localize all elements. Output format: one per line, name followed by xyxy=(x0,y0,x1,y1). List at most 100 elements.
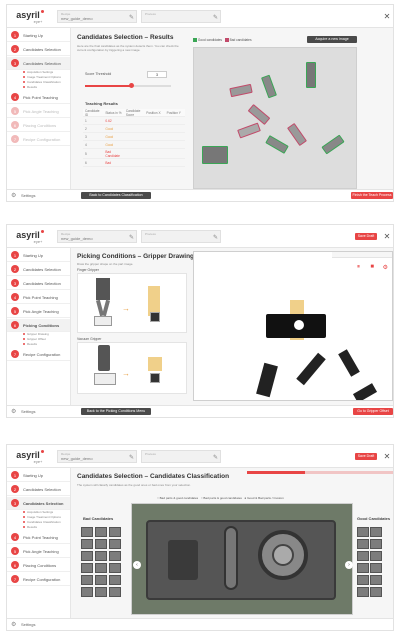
bad-candidates-title: Bad Candidates xyxy=(83,516,114,521)
pause-icon[interactable]: ⏸ xyxy=(357,264,360,271)
vacuum-gripper-illustration[interactable]: → xyxy=(77,342,187,394)
edit-icon[interactable]: ✎ xyxy=(129,454,134,461)
good-candidate-part[interactable] xyxy=(306,62,316,88)
candidate-preview[interactable] xyxy=(131,503,353,615)
save-draft-button[interactable]: Save Draft xyxy=(355,453,377,460)
back-button[interactable]: Back to Candidates Classification xyxy=(81,192,151,199)
sidebar-item-candidates[interactable]: 2 Candidates Selection xyxy=(7,263,70,276)
table-row[interactable]: 4 Good xyxy=(83,141,185,149)
edit-icon[interactable]: ✎ xyxy=(129,14,134,21)
sidebar-item-picking-active[interactable]: 6 Picking Conditions xyxy=(7,319,70,332)
subitem-results[interactable]: Results xyxy=(23,85,70,90)
settings-link[interactable]: Settings xyxy=(21,622,35,627)
next-button[interactable]: Go to Gripper Offset xyxy=(353,408,393,415)
sidebar-item-starting-up[interactable]: 1 Starting Up xyxy=(7,469,70,482)
good-candidate-part[interactable] xyxy=(265,135,289,154)
close-icon[interactable]: ✕ xyxy=(381,225,393,248)
score-label: Score Threshold xyxy=(85,72,112,76)
sidebar-item-candidates[interactable]: 2 Candidates Selection xyxy=(7,43,70,56)
settings-link[interactable]: Settings xyxy=(21,409,35,414)
finger-gripper-illustration[interactable]: → xyxy=(77,273,187,333)
sidebar-item-recipe[interactable]: 7 Recipe Configuration xyxy=(7,348,70,361)
good-candidate-part[interactable] xyxy=(261,74,277,99)
sidebar-item-candidates[interactable]: 2 Candidates Selection xyxy=(7,483,70,496)
sidebar-item-pick-angle[interactable]: 5 Pick Angle Teaching xyxy=(7,105,70,118)
finger-gripper-label: Finger Gripper xyxy=(77,268,99,272)
edit-icon[interactable]: ✎ xyxy=(213,454,218,461)
page-title: Picking Conditions – Gripper Drawing xyxy=(77,253,195,260)
table-row[interactable]: 2 Good xyxy=(83,125,185,133)
option-1[interactable]: ○ Bad parts & good candidates xyxy=(157,496,198,500)
finish-button[interactable]: Finish the Teach Process xyxy=(351,192,393,199)
sidebar-item-pick-point[interactable]: 4 Pick Point Teaching xyxy=(7,291,70,304)
table-row[interactable]: 5 Bad Candidate xyxy=(83,149,185,159)
top-bar: asyril eye+ Recipe new_guide_demo ✎ Process… xyxy=(7,445,393,468)
gear-icon[interactable]: ⚙ xyxy=(11,408,16,415)
sidebar-item-recipe[interactable]: 7 Recipe Configuration xyxy=(7,133,70,146)
sidebar-item-candidates-active[interactable]: 3 Candidates Selection xyxy=(7,57,70,70)
sidebar-item-placing[interactable]: 6 Placing Conditions xyxy=(7,119,70,132)
footer: ⚙ Settings xyxy=(7,618,393,630)
process-field[interactable]: Process ✎ xyxy=(141,450,221,463)
results-table: Candidate ID Status in % Candidate Score Po… xyxy=(83,109,185,167)
recipe-field[interactable]: Recipe new_guide_demo ✎ xyxy=(57,450,137,463)
option-2[interactable]: ○ Bad parts & good candidates xyxy=(201,496,242,500)
page-title: Candidates Selection – Results xyxy=(77,34,174,41)
table-row[interactable]: 6 Bad xyxy=(83,159,185,167)
legend: Good candidates Bad candidates xyxy=(193,38,252,43)
top-bar: asyril eye+ Recipe new_guide_demo ✎ Process… xyxy=(7,5,393,28)
sidebar-item-pick-angle[interactable]: 5 Pick Angle Teaching xyxy=(7,305,70,318)
asyril-logo: asyril eye+ xyxy=(16,450,44,464)
sidebar-item-candidates-2[interactable]: 3 Candidates Selection xyxy=(7,277,70,290)
process-field[interactable]: Process ✎ xyxy=(141,10,221,23)
bad-candidate-part[interactable] xyxy=(287,122,307,147)
top-bar: asyril eye+ Recipe new_guide_demo ✎ Process… xyxy=(7,225,393,248)
drawing-canvas[interactable]: ⏸ ■ ⚙ xyxy=(193,251,393,401)
option-3[interactable]: ● Good & Bad parts / Custom xyxy=(244,496,283,500)
recipe-field[interactable]: Recipe new_guide_demo ✎ xyxy=(57,10,137,23)
gear-icon[interactable]: ⚙ xyxy=(11,621,16,628)
good-candidates-grid xyxy=(357,527,393,613)
stop-icon[interactable]: ■ xyxy=(370,264,374,270)
sidebar-item-starting-up[interactable]: 1 Starting Up xyxy=(7,29,70,42)
gear-icon[interactable]: ⚙ xyxy=(11,192,16,199)
good-candidate-part[interactable] xyxy=(321,134,345,155)
back-button[interactable]: Back to the Picking Conditions Menu xyxy=(81,408,151,415)
acquire-image-button[interactable]: Acquire a new image xyxy=(307,36,357,43)
sidebar-item-starting-up[interactable]: 1 Starting Up xyxy=(7,249,70,262)
sidebar-item-pick-angle[interactable]: 5 Pick Angle Teaching xyxy=(7,545,70,558)
bad-candidate-part[interactable] xyxy=(229,83,253,98)
subitem-results[interactable]: Results xyxy=(23,342,70,347)
sidebar-subitems: Gripper Drawing Gripper Offset Results xyxy=(7,332,70,347)
description: Draw the gripper shape on the part image… xyxy=(77,262,134,266)
settings-link[interactable]: Settings xyxy=(21,193,35,198)
table-row[interactable]: 1 0.62 xyxy=(83,117,185,125)
edit-icon[interactable]: ✎ xyxy=(213,14,218,21)
recipe-field[interactable]: Recipe new_guide_demo ✎ xyxy=(57,230,137,243)
table-row[interactable]: 3 Good xyxy=(83,133,185,141)
sidebar-item-pick-point[interactable]: 4 Pick Point Teaching xyxy=(7,91,70,104)
description: The system will classify candidates as t… xyxy=(77,483,192,487)
next-arrow-icon[interactable]: › xyxy=(345,561,353,569)
bad-candidate-part[interactable] xyxy=(237,122,261,139)
process-field[interactable]: Process ✎ xyxy=(141,230,221,243)
sidebar-item-recipe[interactable]: 7 Recipe Configuration xyxy=(7,573,70,586)
edit-icon[interactable]: ✎ xyxy=(213,234,218,241)
close-icon[interactable]: ✕ xyxy=(381,5,393,28)
prev-arrow-icon[interactable]: ‹ xyxy=(133,561,141,569)
score-slider[interactable] xyxy=(85,85,171,87)
page-title: Candidates Selection – Candidates Classi… xyxy=(77,473,230,480)
table-title: Teaching Results xyxy=(85,101,118,106)
slider-handle[interactable] xyxy=(129,83,134,88)
bad-candidate-part[interactable] xyxy=(247,103,271,126)
sidebar-item-placing[interactable]: 6 Placing Conditions xyxy=(7,559,70,572)
sidebar-item-pick-point[interactable]: 4 Pick Point Teaching xyxy=(7,531,70,544)
close-icon[interactable]: ✕ xyxy=(381,445,393,468)
save-draft-button[interactable]: Save Draft xyxy=(355,233,377,240)
good-candidate-part[interactable] xyxy=(202,146,228,164)
subitem-results[interactable]: Results xyxy=(23,525,70,530)
edit-icon[interactable]: ✎ xyxy=(129,234,134,241)
sidebar-item-candidates-active[interactable]: 3 Candidates Selection xyxy=(7,497,70,510)
score-stepper[interactable]: 3 xyxy=(147,71,167,78)
settings-icon[interactable]: ⚙ xyxy=(383,264,388,271)
